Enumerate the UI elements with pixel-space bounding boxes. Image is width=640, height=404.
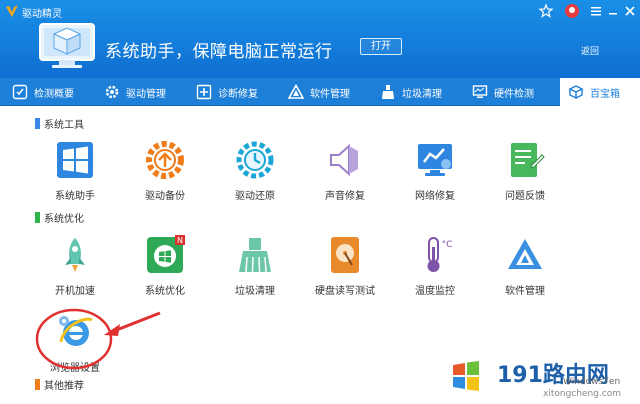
annotation-overlay — [35, 308, 161, 370]
watermark-site: Windows7en — [563, 377, 621, 387]
section-marker — [35, 379, 40, 390]
section-title-text: 其他推荐 — [44, 381, 84, 392]
watermark-url: xitongcheng.com — [543, 389, 621, 399]
highlight-circle — [35, 308, 113, 370]
watermark: 191路由网 Windows7en xitongcheng.com — [445, 345, 640, 404]
section-title-other: 其他推荐 — [35, 377, 84, 392]
pointer-arrow — [113, 311, 161, 333]
